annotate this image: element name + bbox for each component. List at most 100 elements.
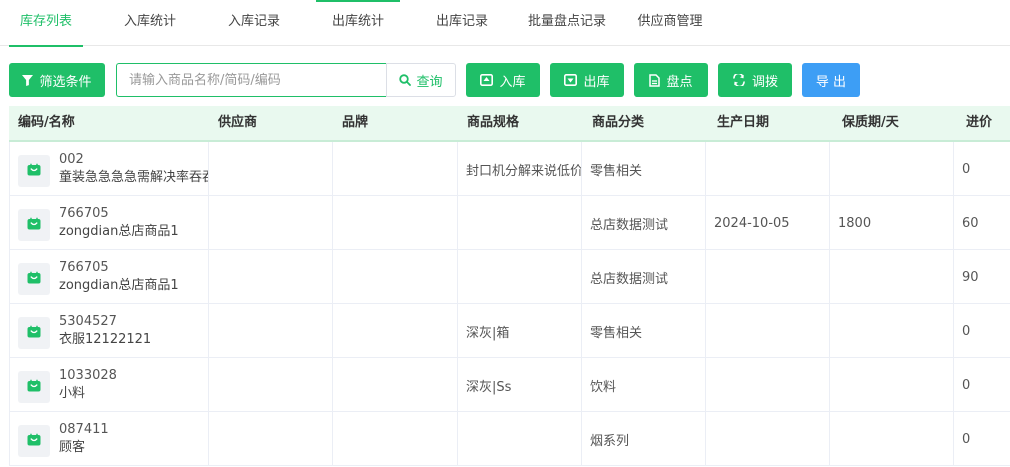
cell-brand: [332, 250, 457, 304]
product-code: 1033028: [59, 368, 117, 383]
stock-in-label: 入库: [499, 74, 526, 90]
cell-supplier: [208, 358, 332, 412]
cell-production-date: [705, 250, 829, 304]
product-name: 顾客: [59, 440, 86, 455]
filter-label: 筛选条件: [39, 74, 92, 90]
cell-production-date: [705, 412, 829, 466]
product-name: zongdian总店商品1: [59, 224, 179, 239]
cell-shelf-life: [829, 304, 953, 358]
stock-in-icon: [480, 74, 494, 86]
tab-stock-in-stats[interactable]: 入库统计: [114, 0, 186, 46]
cell-shelf-life: [829, 412, 953, 466]
header-purchase-price: 进价: [966, 115, 993, 130]
product-thumbnail: [18, 263, 50, 295]
header-category: 商品分类: [592, 115, 645, 130]
tab-bar: 库存列表 入库统计 入库记录 出库统计 出库记录 批量盘点记录 供应商管理: [0, 0, 1010, 47]
cell-category: 饮料: [581, 358, 705, 412]
table-row[interactable]: 766705 zongdian总店商品1 总店数据测试 2024-10-05 1800 6…: [9, 196, 1010, 250]
cell-supplier: [208, 250, 332, 304]
cell-supplier: [208, 412, 332, 466]
tab-stock-out-records[interactable]: 出库记录: [426, 0, 498, 46]
cell-category: 零售相关: [581, 304, 705, 358]
cell-production-date: 2024-10-05: [705, 196, 829, 250]
tab-supplier-management[interactable]: 供应商管理: [632, 0, 708, 46]
export-label: 导 出: [815, 74, 847, 90]
stock-in-button[interactable]: 入库: [466, 63, 540, 97]
cell-shelf-life: 1800: [829, 196, 953, 250]
stock-out-icon: [564, 74, 578, 86]
cell-purchase-price: 0: [953, 358, 1010, 412]
cell-category: 零售相关: [581, 142, 705, 196]
cell-brand: [332, 304, 457, 358]
search-input[interactable]: [116, 63, 386, 97]
product-code: 766705: [59, 206, 109, 221]
cell-production-date: [705, 358, 829, 412]
cell-spec: 封口机分解来说低价: [457, 142, 581, 196]
table-row[interactable]: 766705 zongdian总店商品1 总店数据测试 90: [9, 250, 1010, 304]
product-code: 766705: [59, 260, 109, 275]
header-production-date: 生产日期: [717, 115, 770, 130]
tab-stock-in-records[interactable]: 入库记录: [218, 0, 290, 46]
table-header: 编码/名称 供应商 品牌 商品规格 商品分类 生产日期 保质期/天 进价: [9, 106, 1010, 142]
cell-spec: 深灰|Ss: [457, 358, 581, 412]
product-thumbnail: [18, 371, 50, 403]
product-thumbnail: [18, 425, 50, 457]
cell-production-date: [705, 304, 829, 358]
product-code: 002: [59, 152, 84, 167]
cell-shelf-life: [829, 358, 953, 412]
search-label: 查询: [416, 74, 443, 90]
cell-brand: [332, 196, 457, 250]
shopping-bag-icon: [27, 271, 41, 288]
cell-brand: [332, 142, 457, 196]
cell-purchase-price: 0: [953, 142, 1010, 196]
cell-supplier: [208, 196, 332, 250]
transfer-icon: [733, 74, 745, 86]
product-name: 童装急急急急需解决率吞吞: [59, 170, 208, 185]
cell-purchase-price: 60: [953, 196, 1010, 250]
header-supplier: 供应商: [218, 115, 258, 130]
product-name: zongdian总店商品1: [59, 278, 179, 293]
stock-out-button[interactable]: 出库: [550, 63, 624, 97]
cell-purchase-price: 0: [953, 412, 1010, 466]
cell-spec: [457, 196, 581, 250]
shopping-bag-icon: [27, 217, 41, 234]
header-code-name: 编码/名称: [18, 115, 75, 130]
cell-code-name: 002 童装急急急急需解决率吞吞: [9, 142, 208, 196]
table-row[interactable]: 1033028 小料 深灰|Ss 饮料 0: [9, 358, 1010, 412]
transfer-label: 调拨: [751, 74, 778, 90]
cell-category: 烟系列: [581, 412, 705, 466]
header-shelf-life: 保质期/天: [842, 115, 899, 130]
tab-batch-inventory-records[interactable]: 批量盘点记录: [522, 0, 612, 46]
search-button[interactable]: 查询: [386, 63, 456, 97]
cell-supplier: [208, 142, 332, 196]
cell-spec: [457, 412, 581, 466]
product-thumbnail: [18, 209, 50, 241]
cell-category: 总店数据测试: [581, 250, 705, 304]
header-brand: 品牌: [342, 115, 369, 130]
cell-code-name: 766705 zongdian总店商品1: [9, 250, 208, 304]
table-row[interactable]: 002 童装急急急急需解决率吞吞 封口机分解来说低价 零售相关 0: [9, 142, 1010, 196]
filter-button[interactable]: 筛选条件: [9, 63, 105, 97]
document-icon: [649, 73, 661, 87]
product-code: 087411: [59, 422, 109, 437]
cell-code-name: 5304527 衣服12122121: [9, 304, 208, 358]
shopping-bag-icon: [27, 379, 41, 396]
cell-brand: [332, 412, 457, 466]
cell-category: 总店数据测试: [581, 196, 705, 250]
inventory-count-label: 盘点: [666, 74, 693, 90]
tab-stock-out-stats[interactable]: 出库统计: [316, 0, 400, 46]
table-row[interactable]: 087411 顾客 烟系列 0: [9, 412, 1010, 466]
shopping-bag-icon: [27, 325, 41, 342]
shopping-bag-icon: [27, 163, 41, 180]
tab-inventory-list[interactable]: 库存列表: [9, 0, 83, 47]
inventory-count-button[interactable]: 盘点: [634, 63, 708, 97]
transfer-button[interactable]: 调拨: [718, 63, 792, 97]
cell-code-name: 766705 zongdian总店商品1: [9, 196, 208, 250]
cell-purchase-price: 90: [953, 250, 1010, 304]
table-row[interactable]: 5304527 衣服12122121 深灰|箱 零售相关 0: [9, 304, 1010, 358]
export-button[interactable]: 导 出: [802, 63, 860, 97]
product-thumbnail: [18, 155, 50, 187]
header-spec: 商品规格: [467, 115, 520, 130]
product-thumbnail: [18, 317, 50, 349]
shopping-bag-icon: [27, 433, 41, 450]
